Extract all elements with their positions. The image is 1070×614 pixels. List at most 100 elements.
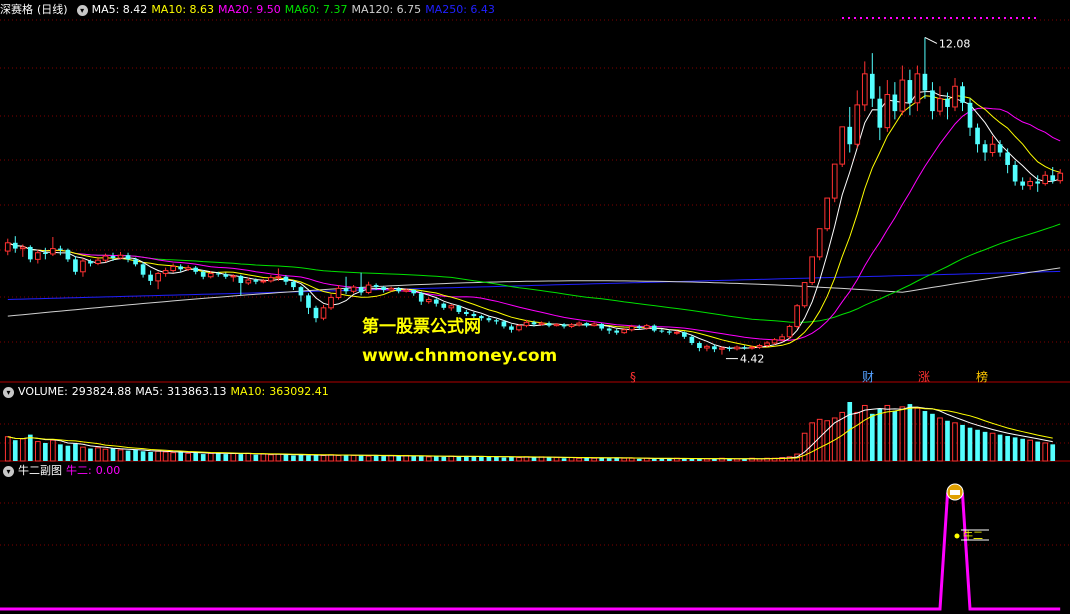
candle-body: [982, 144, 988, 153]
volume-bar: [561, 458, 567, 461]
volume-bar: [238, 454, 244, 461]
volume-bar: [418, 456, 424, 461]
candle-body: [1027, 181, 1034, 187]
candle-body: [283, 276, 289, 282]
volume-bar: [178, 451, 183, 461]
volume-bar: [937, 417, 943, 462]
volume-bar: [27, 434, 33, 461]
volume-bar: [861, 404, 868, 462]
candle-body: [494, 320, 499, 322]
candle-body: [343, 288, 349, 292]
event-dot: [956, 17, 958, 19]
candle-body: [628, 325, 635, 331]
candle-body: [43, 252, 48, 254]
candle-body: [1035, 181, 1041, 184]
volume-bar: [456, 456, 462, 461]
volume-bar: [801, 432, 808, 462]
volume-bar: [628, 457, 635, 462]
candle-body: [651, 325, 657, 331]
candle-body: [50, 248, 56, 255]
volume-ma10-label: MA10:: [230, 385, 266, 398]
volume-bar: [621, 457, 628, 462]
candle-body: [223, 274, 229, 277]
indicator-title: 牛二副图: [18, 464, 62, 477]
chevron-down-icon[interactable]: ▾: [3, 386, 14, 398]
volume-bar: [268, 454, 274, 462]
event-dot: [992, 17, 994, 19]
event-marker: §: [630, 370, 636, 384]
candle-body: [561, 324, 567, 327]
chevron-down-icon[interactable]: ▾: [3, 465, 14, 477]
event-dot: [950, 17, 952, 19]
candle-body: [816, 228, 823, 258]
candle-body: [930, 90, 935, 112]
volume-legend: ▾ VOLUME: 293824.88 MA5: 313863.13 MA10: 36309…: [0, 383, 333, 401]
candle-body: [989, 143, 996, 154]
candle-body: [12, 242, 18, 249]
candle-body: [102, 255, 109, 261]
volume-bar: [65, 445, 71, 461]
watermark-title: 第一股票公式网: [362, 317, 481, 337]
candle-body: [824, 197, 831, 230]
event-dot: [1022, 17, 1024, 19]
candle-body: [19, 246, 26, 250]
high-pointer: [924, 36, 938, 44]
candle-body: [117, 254, 124, 259]
candle-body: [34, 252, 41, 260]
candle-body: [771, 339, 778, 344]
volume-bar: [809, 422, 815, 462]
candle-body: [320, 307, 327, 319]
candle-body: [591, 323, 597, 327]
volume-bar: [162, 451, 169, 462]
event-dot: [1010, 17, 1012, 19]
chevron-down-icon[interactable]: ▾: [76, 4, 88, 16]
volume-bar: [313, 454, 319, 461]
candle-body: [381, 287, 386, 291]
candle-body: [95, 259, 101, 265]
volume-bar: [245, 452, 252, 462]
volume-bar: [989, 432, 996, 462]
candle-body: [884, 94, 891, 129]
volume-bar: [967, 427, 973, 461]
volume-bar: [997, 434, 1003, 461]
candle-body: [207, 272, 214, 278]
volume-bar: [253, 454, 259, 461]
candle-body: [861, 73, 868, 106]
candle-body: [501, 321, 507, 327]
signal-label: 牛二: [963, 529, 983, 542]
candle-body: [215, 273, 221, 275]
volume-bar: [193, 452, 199, 461]
candle-body: [509, 326, 514, 330]
volume-bar: [80, 446, 86, 462]
candle-body: [170, 265, 176, 272]
volume-bar: [899, 406, 906, 462]
event-marker: 涨: [918, 369, 930, 384]
volume-bar: [666, 458, 672, 461]
candle-body: [140, 264, 146, 275]
candle-body: [854, 104, 861, 145]
kline-chart[interactable]: 12.08 4.42 § 财 涨 榜牛二: [0, 0, 1070, 614]
ma10-line: [7, 95, 1061, 348]
volume-bar: [1012, 437, 1018, 461]
candle-body: [373, 285, 379, 288]
volume-bar: [576, 457, 582, 462]
stock-name: 深赛格: [0, 3, 33, 16]
candle-body: [682, 332, 687, 337]
event-dot: [998, 17, 1000, 19]
candle-body: [448, 305, 455, 309]
volume-bar: [884, 404, 891, 462]
money-bag-icon-face: [949, 490, 960, 495]
candle-body: [997, 144, 1003, 153]
event-dot: [848, 17, 850, 19]
candle-body: [260, 280, 267, 283]
volume-bar: [945, 420, 950, 461]
candle-body: [148, 274, 153, 281]
watermark-url: www.chnmoney.com: [362, 346, 558, 366]
candle-body: [80, 260, 86, 273]
volume-bar: [396, 456, 402, 461]
candle-body: [335, 287, 342, 298]
candle-body: [403, 289, 410, 292]
volume-bar: [907, 404, 913, 461]
volume-bar: [553, 457, 560, 462]
volume-bar: [4, 436, 11, 462]
